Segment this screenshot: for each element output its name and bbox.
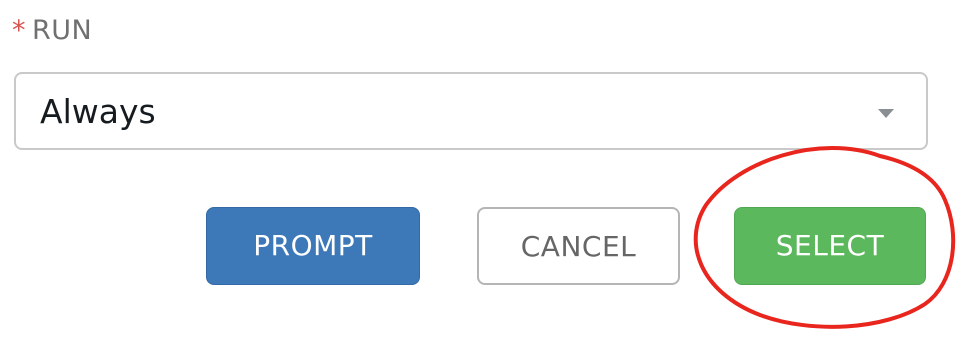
- cancel-button[interactable]: CANCEL: [477, 207, 680, 285]
- select-button[interactable]: SELECT: [734, 207, 926, 285]
- prompt-button[interactable]: PROMPT: [206, 207, 420, 285]
- run-select-value: Always: [40, 92, 156, 131]
- chevron-down-icon: [878, 109, 894, 118]
- run-label-text: RUN: [32, 15, 93, 46]
- required-asterisk: *: [12, 15, 26, 46]
- run-select[interactable]: Always: [14, 72, 928, 150]
- annotation-ring: [693, 146, 956, 329]
- run-field-label: * RUN: [12, 14, 92, 48]
